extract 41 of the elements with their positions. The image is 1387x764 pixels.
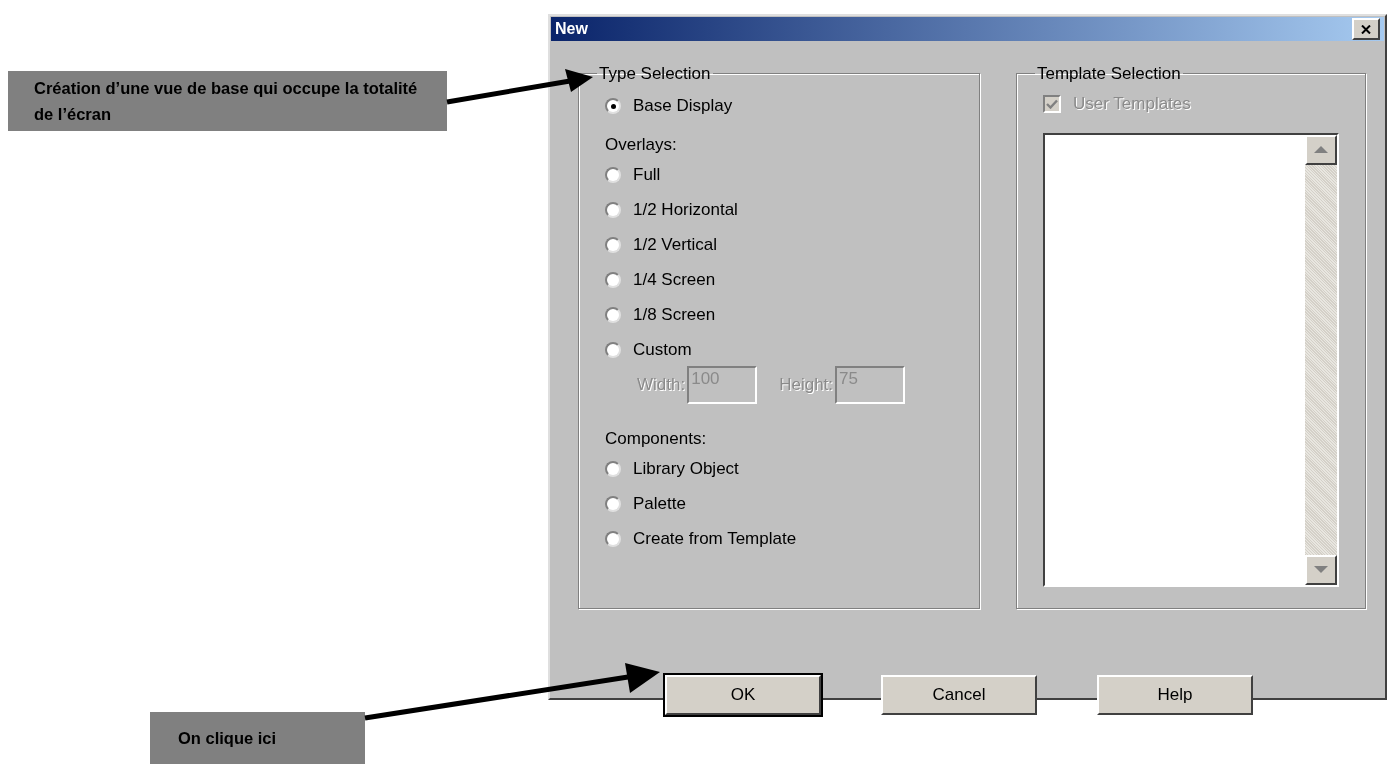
window-title: New <box>555 19 588 39</box>
scroll-down-button[interactable] <box>1305 554 1337 585</box>
radio-label: 1/2 Vertical <box>633 234 718 257</box>
radio-button[interactable] <box>605 202 621 218</box>
radio-button[interactable] <box>605 496 621 512</box>
field-label: Height: <box>779 373 834 396</box>
section-label: Components: <box>605 428 707 450</box>
group-title: Template Selection <box>1036 63 1182 85</box>
radio-label: Base Display <box>633 95 733 118</box>
radio-button[interactable] <box>605 272 621 288</box>
radio-label: 1/2 Horizontal <box>633 199 738 222</box>
down-arrow-icon <box>1314 566 1328 573</box>
dialog-button[interactable]: Cancel <box>881 675 1037 715</box>
radio-label: 1/4 Screen <box>633 269 716 292</box>
radio-button[interactable] <box>605 167 621 183</box>
radio-button[interactable] <box>605 98 621 114</box>
scroll-up-button[interactable] <box>1305 134 1337 165</box>
close-icon <box>1361 24 1371 34</box>
checkbox-label: User Templates <box>1073 92 1191 115</box>
radio-label: 1/8 Screen <box>633 304 716 327</box>
callout: On clique ici <box>150 712 365 764</box>
radio-label: Palette <box>633 493 686 516</box>
close-button[interactable] <box>1352 18 1380 40</box>
section-label: Overlays: <box>605 134 677 156</box>
callout: Création d’une vue de base qui occupe la totalité de l’écran <box>8 71 447 131</box>
radio-label: Custom <box>633 339 692 362</box>
checkmark-icon <box>1046 98 1058 109</box>
dialog-button[interactable]: OK <box>665 675 821 715</box>
radio-label: Library Object <box>633 458 739 481</box>
group-title: Type Selection <box>598 63 712 85</box>
radio-button[interactable] <box>605 342 621 358</box>
scrollbar[interactable] <box>1305 134 1337 585</box>
radio-button[interactable] <box>605 531 621 547</box>
dialog-button[interactable]: Help <box>1097 675 1253 715</box>
up-arrow-icon <box>1314 146 1328 153</box>
radio-button[interactable] <box>605 237 621 253</box>
radio-button[interactable] <box>605 307 621 323</box>
radio-label: Full <box>633 164 661 187</box>
radio-button[interactable] <box>605 461 621 477</box>
field-label: Width: <box>637 373 686 396</box>
radio-label: Create from Template <box>633 528 797 551</box>
